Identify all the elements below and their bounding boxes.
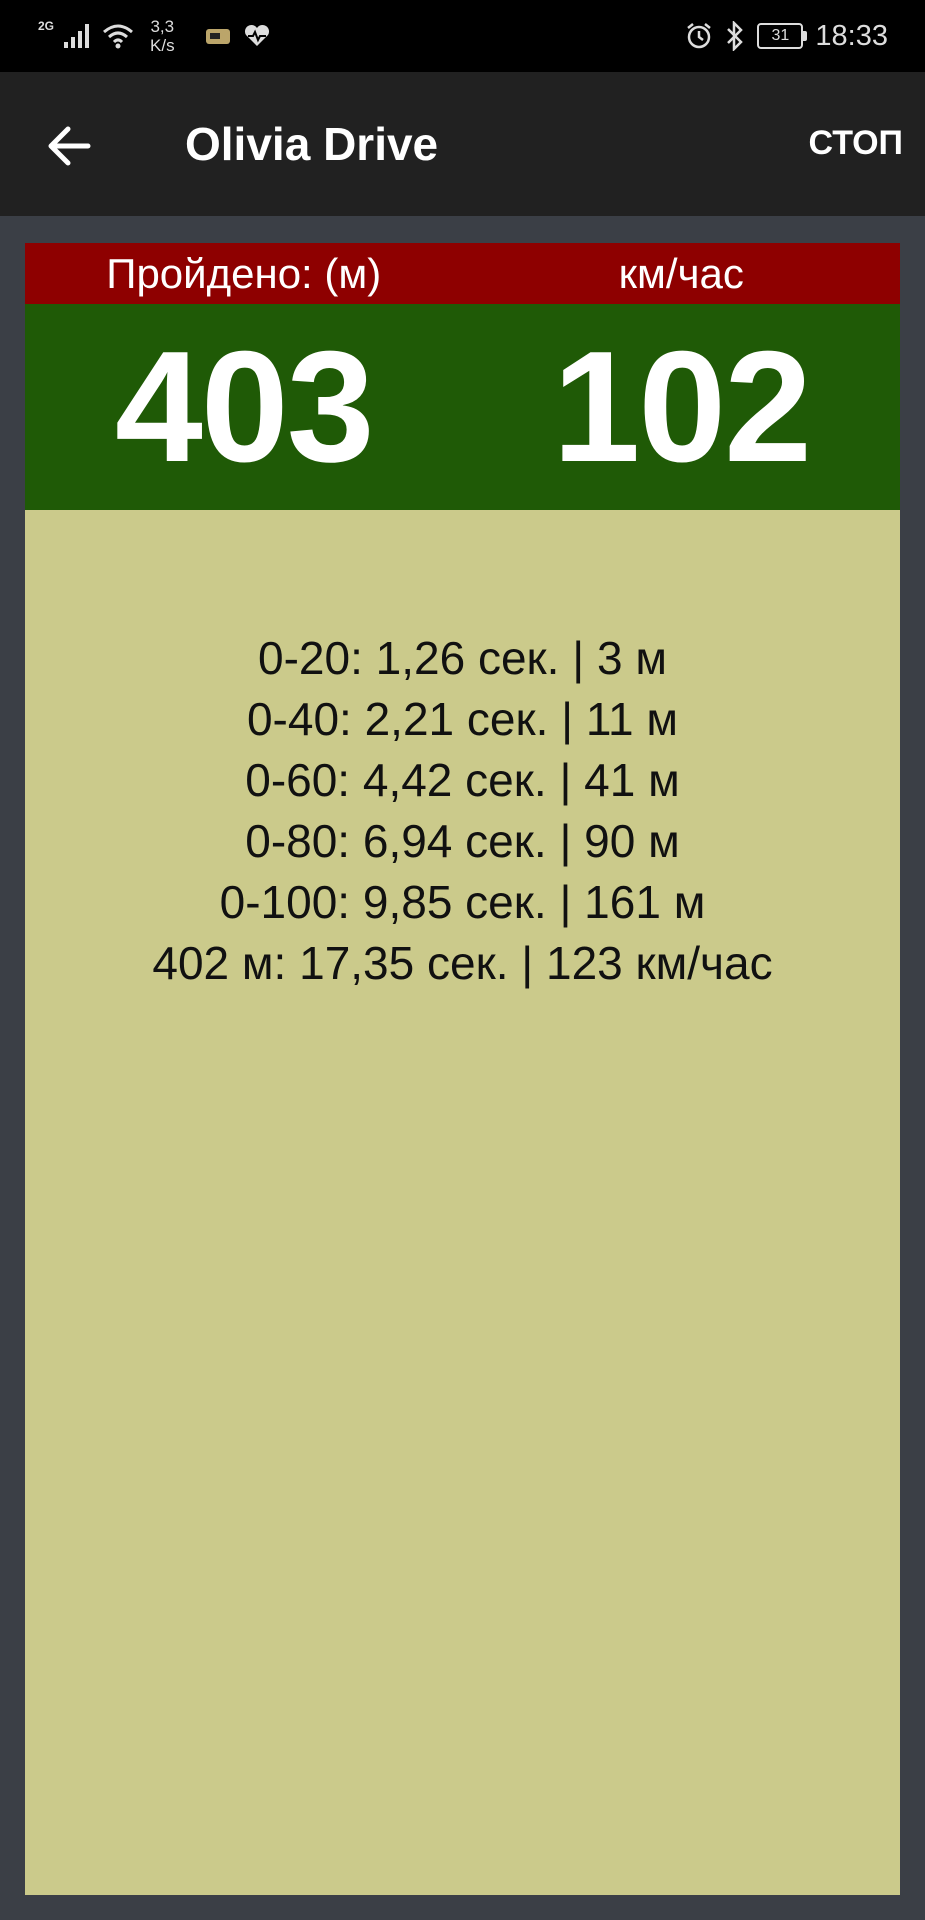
results-list: 0-20: 1,26 сек. | 3 м 0-40: 2,21 сек. | … xyxy=(25,628,900,994)
app-notification-icon xyxy=(205,29,230,44)
network-type: 2G xyxy=(38,19,55,33)
bluetooth-icon xyxy=(727,21,744,51)
metric-values: 403 102 xyxy=(25,304,900,510)
result-line: 0-40: 2,21 сек. | 11 м xyxy=(246,693,679,745)
stop-button[interactable]: СТОП xyxy=(808,124,903,163)
signal-icon xyxy=(64,24,90,48)
app-bar: Olivia Drive СТОП xyxy=(0,72,925,216)
result-line: 402 м: 17,35 сек. | 123 км/час xyxy=(152,937,773,989)
result-line: 0-100: 9,85 сек. | 161 м xyxy=(219,876,706,928)
distance-label: Пройдено: (м) xyxy=(106,250,382,297)
status-bar: 2G 3,3 K/s 31 18:33 xyxy=(0,0,925,72)
speed-value: 102 xyxy=(552,319,812,495)
page-title: Olivia Drive xyxy=(185,118,439,170)
status-left: 2G 3,3 K/s xyxy=(38,14,271,58)
distance-value: 403 xyxy=(114,319,375,495)
result-line: 0-60: 4,42 сек. | 41 м xyxy=(245,754,680,806)
network-speed-unit: K/s xyxy=(150,36,175,55)
health-icon xyxy=(244,24,269,46)
speed-label: км/час xyxy=(618,250,744,297)
metric-labels: Пройдено: (м) км/час xyxy=(25,243,900,304)
back-button[interactable] xyxy=(42,116,102,176)
clock: 18:33 xyxy=(815,19,888,52)
alarm-icon xyxy=(687,23,712,49)
network-speed-value: 3,3 xyxy=(150,17,175,36)
back-arrow-icon xyxy=(48,126,91,166)
result-line: 0-80: 6,94 сек. | 90 м xyxy=(245,815,680,867)
result-line: 0-20: 1,26 сек. | 3 м xyxy=(258,632,667,684)
network-speed: 3,3 K/s xyxy=(150,17,175,55)
results-panel: 0-20: 1,26 сек. | 3 м 0-40: 2,21 сек. | … xyxy=(25,510,900,1895)
wifi-icon xyxy=(103,24,133,49)
status-right: 31 18:33 xyxy=(685,0,888,72)
battery-icon: 31 xyxy=(757,23,808,49)
